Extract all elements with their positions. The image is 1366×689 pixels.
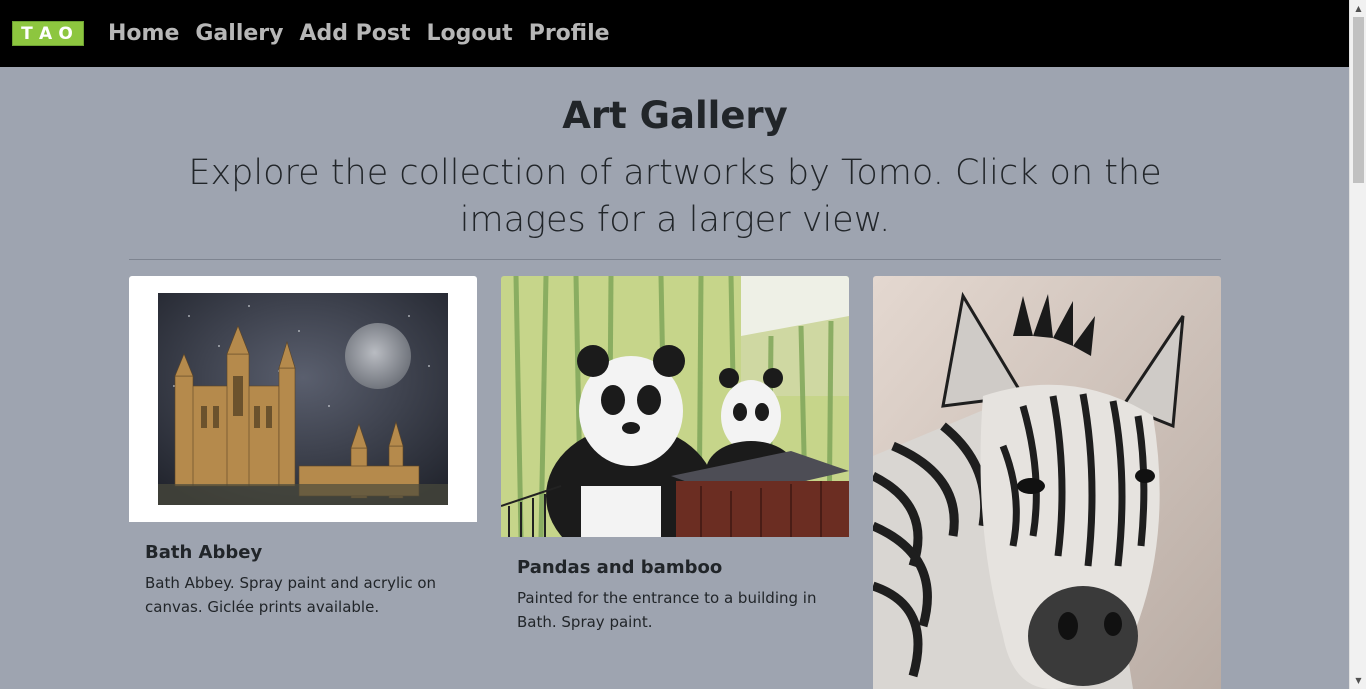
page-title: Art Gallery: [562, 94, 788, 137]
gallery-card-zebra: [873, 276, 1221, 689]
page-lead: Explore the collection of artworks by To…: [188, 153, 1162, 240]
bath-abbey-image[interactable]: [129, 276, 477, 522]
nav-profile[interactable]: Profile: [529, 21, 610, 46]
nav-gallery[interactable]: Gallery: [195, 21, 283, 46]
scroll-down-arrow-icon[interactable]: ▼: [1350, 672, 1366, 689]
gallery-card-bath-abbey: Bath Abbey Bath Abbey. Spray paint and a…: [129, 276, 477, 619]
gallery-card-pandas: Pandas and bamboo Painted for the entran…: [501, 276, 849, 634]
scroll-up-arrow-icon[interactable]: ▲: [1350, 0, 1366, 17]
brand-logo[interactable]: T A O: [12, 21, 84, 46]
logo-letter-t: T: [21, 23, 35, 44]
card-title: Bath Abbey: [145, 542, 263, 563]
header-divider: [129, 259, 1221, 260]
logo-letter-o: O: [58, 23, 75, 44]
scroll-thumb[interactable]: [1353, 17, 1364, 183]
nav-add-post[interactable]: Add Post: [299, 21, 410, 46]
pandas-image[interactable]: [501, 276, 849, 537]
navbar: T A O Home Gallery Add Post Logout Profi…: [0, 0, 1349, 67]
nav-logout[interactable]: Logout: [427, 21, 513, 46]
card-text: Bath Abbey. Spray paint and acrylic on c…: [145, 574, 437, 616]
logo-letter-a: A: [38, 23, 55, 44]
card-title: Pandas and bamboo: [517, 557, 723, 578]
nav-home[interactable]: Home: [108, 21, 179, 46]
zebra-image[interactable]: [873, 276, 1221, 689]
card-text: Painted for the entrance to a building i…: [517, 589, 817, 631]
page-scrollbar[interactable]: ▲ ▼: [1349, 0, 1366, 689]
